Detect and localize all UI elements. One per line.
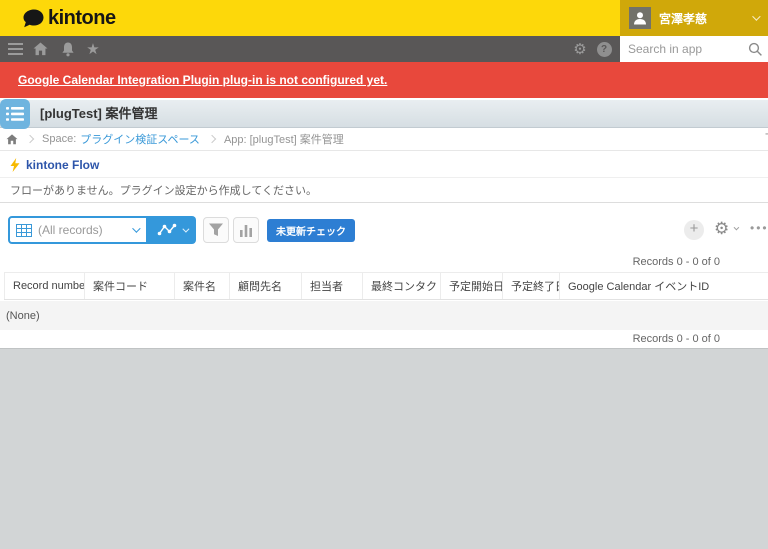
breadcrumb: Space: プラグイン検証スペース App: [plugTest] 案件管理 … (0, 128, 768, 151)
gear-icon: ⚙ (714, 219, 729, 239)
table-view-icon (16, 224, 32, 237)
unupdated-check-button[interactable]: 未更新チェック (267, 219, 355, 242)
lightning-bolt-icon (10, 158, 20, 172)
breadcrumb-separator-icon (26, 135, 34, 143)
empty-records-row: (None) (0, 301, 768, 330)
chevron-down-icon (734, 225, 740, 231)
hamburger-menu-icon[interactable] (6, 36, 24, 62)
search-input[interactable] (620, 36, 742, 62)
records-count-bottom: Records 0 - 0 of 0 (633, 333, 720, 345)
app-icon[interactable] (0, 99, 30, 129)
search-icon[interactable] (742, 36, 768, 62)
notifications-bell-icon[interactable] (59, 36, 77, 62)
view-settings-button[interactable]: ⚙ (714, 219, 737, 239)
column-header-gcal-event-id[interactable]: Google Calendar イベントID (560, 273, 768, 299)
view-selector-group: (All records) (8, 216, 196, 244)
breadcrumb-app-item: App: [plugTest] 案件管理 (224, 131, 344, 147)
add-record-button[interactable]: + (684, 220, 704, 240)
avatar (629, 7, 651, 29)
column-header-client-name[interactable]: 顧問先名 (230, 273, 302, 299)
column-header-record-number[interactable]: Record number (4, 273, 85, 299)
breadcrumb-separator-icon (208, 135, 216, 143)
settings-gear-icon[interactable]: ⚙ (570, 36, 590, 62)
kintone-logo-icon (22, 9, 44, 28)
home-icon[interactable] (31, 36, 49, 62)
column-header-start-datetime[interactable]: 予定開始日時 (441, 273, 503, 299)
chevron-down-icon (752, 12, 760, 20)
bar-chart-icon (239, 224, 253, 237)
column-header-last-contact-date[interactable]: 最終コンタクト日 (363, 273, 441, 299)
global-header: kintone 宮澤孝慈 (0, 0, 768, 36)
column-header-end-datetime[interactable]: 予定終了日時 (503, 273, 560, 299)
column-header-assignee[interactable]: 担当者 (302, 273, 363, 299)
line-graph-icon (157, 223, 177, 237)
kintone-flow-header: kintone Flow (0, 152, 768, 178)
more-options-icon[interactable]: •••• (750, 221, 768, 235)
view-selector-dropdown[interactable]: (All records) (8, 216, 148, 244)
user-menu[interactable]: 宮澤孝慈 (620, 0, 768, 36)
record-table-header: Record number 案件コード 案件名 顧問先名 担当者 最終コンタクト… (4, 272, 768, 300)
kintone-app-screen: kintone 宮澤孝慈 ★ ⚙ ? (0, 0, 768, 549)
favorites-star-icon[interactable]: ★ (84, 36, 102, 62)
chart-button[interactable] (233, 217, 259, 243)
flow-empty-message: フローがありません。プラグイン設定から作成してください。 (0, 178, 768, 203)
records-count-top: Records 0 - 0 of 0 (633, 256, 720, 268)
filter-button[interactable] (203, 217, 229, 243)
view-selector-value: (All records) (38, 223, 126, 237)
breadcrumb-home-icon[interactable] (6, 134, 18, 145)
chevron-down-icon (182, 225, 189, 232)
page-title: [plugTest] 案件管理 (40, 100, 157, 128)
help-icon[interactable]: ? (594, 36, 614, 62)
kintone-logo[interactable]: kintone (22, 0, 116, 36)
breadcrumb-space-link[interactable]: プラグイン検証スペース (80, 131, 200, 147)
column-header-case-code[interactable]: 案件コード (85, 273, 175, 299)
help-glyph: ? (597, 42, 612, 57)
breadcrumb-space-label: Space: (42, 133, 76, 145)
page-background (0, 348, 768, 549)
app-search (620, 36, 768, 62)
column-header-case-name[interactable]: 案件名 (175, 273, 230, 299)
plugin-warning-banner: Google Calendar Integration Plugin plug-… (0, 62, 768, 98)
plugin-warning-link[interactable]: Google Calendar Integration Plugin plug-… (18, 73, 387, 87)
graph-view-button[interactable] (148, 216, 196, 244)
funnel-icon (208, 223, 224, 237)
kintone-logo-text: kintone (48, 7, 116, 30)
chevron-down-icon (132, 224, 140, 232)
kintone-flow-title[interactable]: kintone Flow (26, 158, 99, 172)
user-name: 宮澤孝慈 (659, 10, 744, 27)
